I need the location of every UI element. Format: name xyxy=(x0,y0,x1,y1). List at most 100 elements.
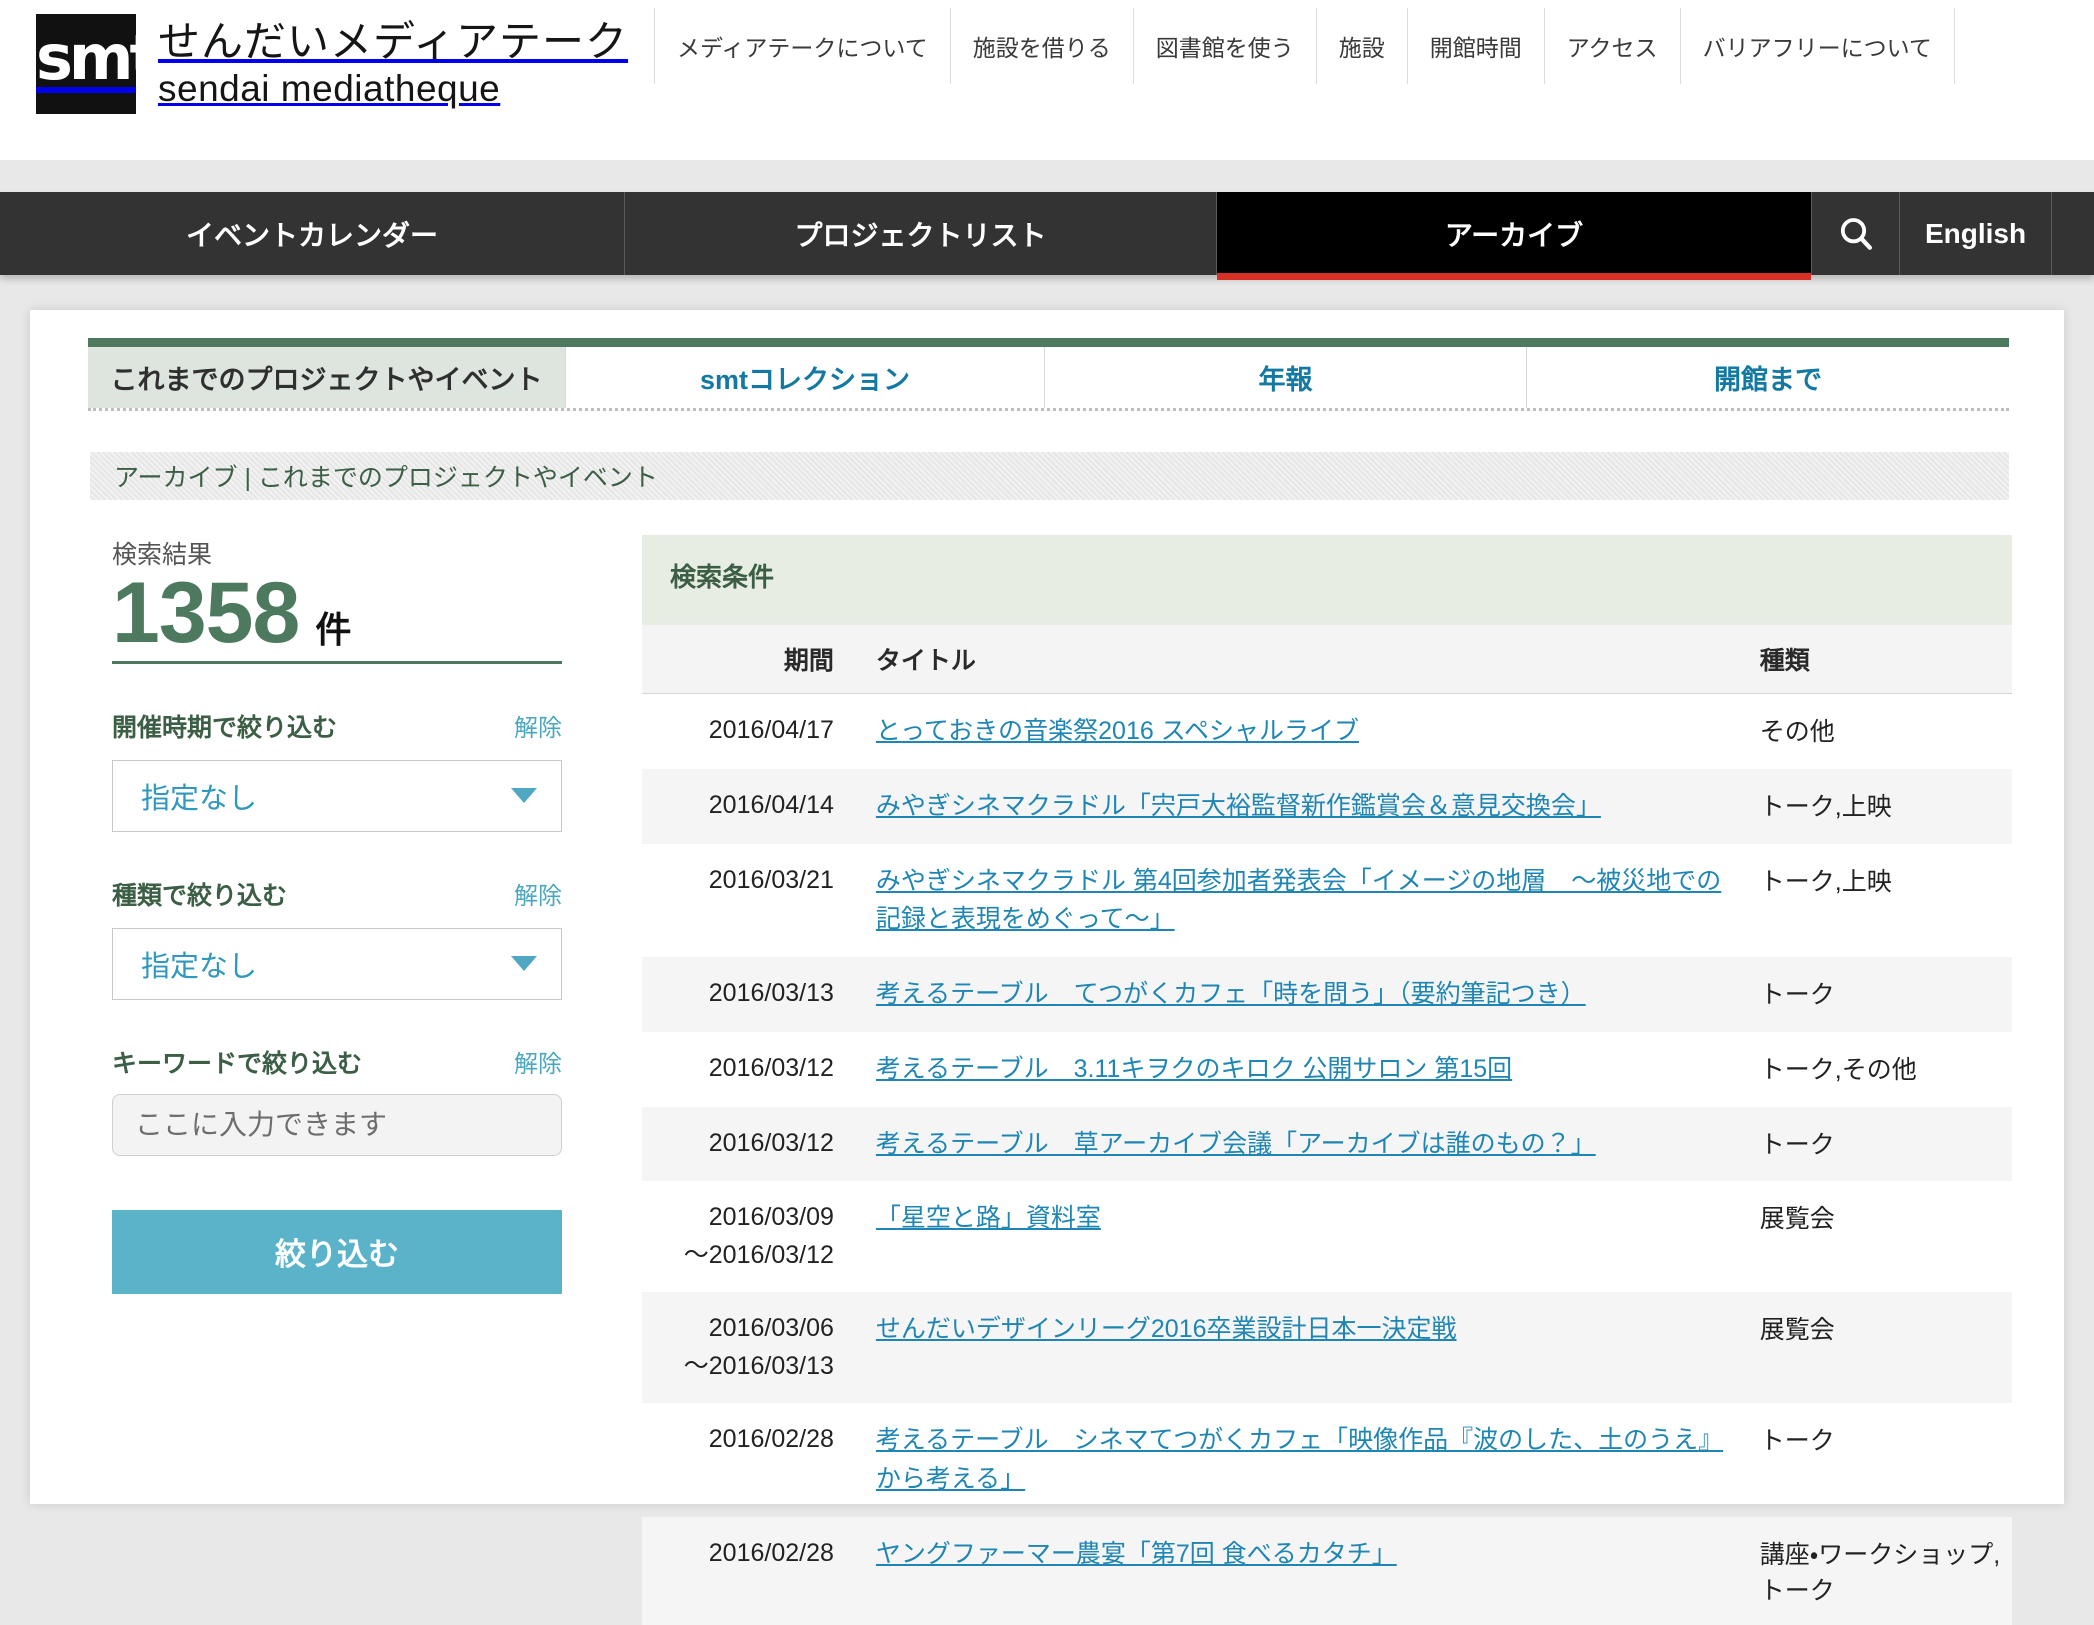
filter-kind-selected-value: 指定なし xyxy=(141,943,257,985)
filter-group-kind: 種類で絞り込む 解除 指定なし xyxy=(112,876,562,1000)
site-logo-link[interactable]: smt せんだいメディアテーク sendai mediatheque xyxy=(36,14,628,114)
filter-period-clear-link[interactable]: 解除 xyxy=(514,708,562,743)
column-header-title: タイトル xyxy=(852,625,1736,694)
table-row: 2016/02/28 考えるテーブル シネマてつがくカフェ「映像作品『波のした、土… xyxy=(642,1403,2012,1517)
results-table-body: 2016/04/17とっておきの音楽祭2016 スペシャルライブその他2016/… xyxy=(642,694,2012,1625)
main-nav-tab-event-calendar[interactable]: イベントカレンダー xyxy=(0,192,625,275)
row-title-cell: 考えるテーブル シネマてつがくカフェ「映像作品『波のした、土のうえ』から考える」 xyxy=(852,1403,1736,1517)
row-title-link[interactable]: 考えるテーブル 草アーカイブ会議「アーカイブは誰のもの？」 xyxy=(876,1130,1596,1158)
result-count-row: 1358 件 xyxy=(112,573,562,664)
filter-kind-clear-link[interactable]: 解除 xyxy=(514,876,562,911)
row-title-link[interactable]: 考えるテーブル 3.11キヲクのキロク 公開サロン 第15回 xyxy=(876,1055,1512,1083)
results-panel: 検索条件 期間 タイトル 種類 2016/04/17 とっておきの音楽祭2016 … xyxy=(642,535,2012,1625)
chevron-down-icon xyxy=(511,788,537,803)
filter-keyword-clear-link[interactable]: 解除 xyxy=(514,1044,562,1079)
brand-name-jp: せんだいメディアテーク xyxy=(158,17,628,67)
row-kind: 展覧会 xyxy=(1736,1181,2012,1292)
filter-group-period-head: 開催時期で絞り込む 解除 xyxy=(112,708,562,744)
keyword-search-input[interactable] xyxy=(112,1094,562,1156)
row-period: 2016/04/17 xyxy=(642,694,852,769)
search-conditions-box: 検索条件 xyxy=(642,535,2012,625)
results-table-head: 期間 タイトル 種類 xyxy=(642,625,2012,694)
row-title-cell: ヤングファーマー農宴「第7回 食べるカタチ」 xyxy=(852,1517,1736,1625)
main-nav-tab-project-list[interactable]: プロジェクトリスト xyxy=(625,192,1217,275)
utility-nav-item-hours[interactable]: 開館時間 xyxy=(1408,8,1545,84)
smt-logo-text: smt xyxy=(36,21,136,94)
row-title-link[interactable]: 考えるテーブル てつがくカフェ「時を問う」（要約筆記つき） xyxy=(876,980,1586,1008)
row-kind: トーク,上映 xyxy=(1736,769,2012,844)
search-icon xyxy=(1836,214,1876,254)
row-period: 2016/03/12 xyxy=(642,1107,852,1182)
search-button[interactable] xyxy=(1812,192,1900,275)
breadcrumb: アーカイブ | これまでのプロジェクトやイベント xyxy=(90,452,2009,500)
row-kind: 講座・ワークショップ,トーク xyxy=(1736,1517,2012,1625)
row-period: 2016/03/13 xyxy=(642,957,852,1032)
row-title-link[interactable]: 「星空と路」資料室 xyxy=(876,1204,1101,1232)
table-row: 2016/03/21 みやぎシネマクラドル 第4回参加者発表会「イメージの地層 〜… xyxy=(642,844,2012,958)
row-title-link[interactable]: みやぎシネマクラドル 第4回参加者発表会「イメージの地層 〜被災地での記録と表現… xyxy=(876,867,1721,934)
row-period: 2016/03/12 xyxy=(642,1032,852,1107)
result-count-unit: 件 xyxy=(315,601,351,653)
row-kind: その他 xyxy=(1736,694,2012,769)
filter-sidebar: 検索結果 1358 件 開催時期で絞り込む 解除 指定なし 種類で絞り込む 解除… xyxy=(112,535,562,1294)
sub-tabs-top-accent-bar xyxy=(88,338,2009,347)
page-container: これまでのプロジェクトやイベント smtコレクション 年報 開館まで アーカイブ… xyxy=(30,310,2064,1504)
sub-tab-smt-collection[interactable]: smtコレクション xyxy=(566,347,1045,408)
row-period: 2016/03/21 xyxy=(642,844,852,958)
utility-nav-item-facilities[interactable]: 施設 xyxy=(1317,8,1408,84)
row-period: 2016/04/14 xyxy=(642,769,852,844)
filter-period-select[interactable]: 指定なし xyxy=(112,760,562,832)
row-title-link[interactable]: せんだいデザインリーグ2016卒業設計日本一決定戦 xyxy=(876,1315,1457,1343)
utility-nav-item-barrierfree[interactable]: バリアフリーについて xyxy=(1681,8,1955,84)
english-language-button[interactable]: English xyxy=(1900,192,2052,275)
table-row: 2016/03/06〜2016/03/13 せんだいデザインリーグ2016卒業設計… xyxy=(642,1292,2012,1403)
row-title-cell: みやぎシネマクラドル「宍戸大裕監督新作鑑賞会＆意見交換会」 xyxy=(852,769,1736,844)
main-nav-tab-archive[interactable]: アーカイブ xyxy=(1217,192,1812,275)
result-count-number: 1358 xyxy=(112,573,299,655)
row-kind: トーク,その他 xyxy=(1736,1032,2012,1107)
row-title-link[interactable]: ヤングファーマー農宴「第7回 食べるカタチ」 xyxy=(876,1540,1397,1568)
row-title-cell: 考えるテーブル てつがくカフェ「時を問う」（要約筆記つき） xyxy=(852,957,1736,1032)
utility-nav-item-library[interactable]: 図書館を使う xyxy=(1134,8,1317,84)
table-row: 2016/03/13 考えるテーブル てつがくカフェ「時を問う」（要約筆記つき） ト… xyxy=(642,957,2012,1032)
brand-text: せんだいメディアテーク sendai mediatheque xyxy=(158,17,628,110)
row-title-cell: 考えるテーブル 3.11キヲクのキロク 公開サロン 第15回 xyxy=(852,1032,1736,1107)
chevron-down-icon xyxy=(511,956,537,971)
row-period: 2016/03/06〜2016/03/13 xyxy=(642,1292,852,1403)
site-header: smt せんだいメディアテーク sendai mediatheque メディアテ… xyxy=(0,0,2094,160)
filter-group-keyword: キーワードで絞り込む 解除 xyxy=(112,1044,562,1156)
utility-nav-item-access[interactable]: アクセス xyxy=(1545,8,1681,84)
filter-keyword-title: キーワードで絞り込む xyxy=(112,1044,362,1080)
table-row: 2016/02/28 ヤングファーマー農宴「第7回 食べるカタチ」 講座・ワークショ… xyxy=(642,1517,2012,1625)
filter-group-keyword-head: キーワードで絞り込む 解除 xyxy=(112,1044,562,1080)
results-table-header-row: 期間 タイトル 種類 xyxy=(642,625,2012,694)
utility-nav-item-rent[interactable]: 施設を借りる xyxy=(951,8,1134,84)
utility-nav-item-about[interactable]: メディアテークについて xyxy=(655,8,951,84)
row-kind: トーク xyxy=(1736,957,2012,1032)
row-period: 2016/02/28 xyxy=(642,1403,852,1517)
row-title-cell: とっておきの音楽祭2016 スペシャルライブ xyxy=(852,694,1736,769)
filter-period-selected-value: 指定なし xyxy=(141,775,257,817)
sub-tabs-wrapper: これまでのプロジェクトやイベント smtコレクション 年報 開館まで xyxy=(88,338,2009,411)
row-title-cell: せんだいデザインリーグ2016卒業設計日本一決定戦 xyxy=(852,1292,1736,1403)
column-header-period: 期間 xyxy=(642,625,852,694)
row-title-link[interactable]: みやぎシネマクラドル「宍戸大裕監督新作鑑賞会＆意見交換会」 xyxy=(876,792,1601,820)
sub-tab-annual-report[interactable]: 年報 xyxy=(1045,347,1527,408)
row-title-cell: みやぎシネマクラドル 第4回参加者発表会「イメージの地層 〜被災地での記録と表現… xyxy=(852,844,1736,958)
table-row: 2016/04/14 みやぎシネマクラドル「宍戸大裕監督新作鑑賞会＆意見交換会」 ト… xyxy=(642,769,2012,844)
filter-group-kind-head: 種類で絞り込む 解除 xyxy=(112,876,562,912)
filter-kind-title: 種類で絞り込む xyxy=(112,876,287,912)
row-period: 2016/02/28 xyxy=(642,1517,852,1625)
filter-group-period: 開催時期で絞り込む 解除 指定なし xyxy=(112,708,562,832)
sub-tab-until-opening[interactable]: 開館まで xyxy=(1527,347,2009,408)
filter-kind-select[interactable]: 指定なし xyxy=(112,928,562,1000)
row-title-link[interactable]: 考えるテーブル シネマてつがくカフェ「映像作品『波のした、土のうえ』から考える」 xyxy=(876,1426,1723,1493)
sub-tab-past-projects[interactable]: これまでのプロジェクトやイベント xyxy=(88,347,566,408)
results-table: 期間 タイトル 種類 2016/04/17 とっておきの音楽祭2016 スペシャル… xyxy=(642,625,2012,1625)
table-row: 2016/03/12 考えるテーブル 3.11キヲクのキロク 公開サロン 第15回… xyxy=(642,1032,2012,1107)
apply-filter-button[interactable]: 絞り込む xyxy=(112,1210,562,1294)
column-header-kind: 種類 xyxy=(1736,625,2012,694)
sub-tabs: これまでのプロジェクトやイベント smtコレクション 年報 開館まで xyxy=(88,347,2009,411)
table-row: 2016/03/09〜2016/03/12「星空と路」資料室展覧会 xyxy=(642,1181,2012,1292)
row-title-link[interactable]: とっておきの音楽祭2016 スペシャルライブ xyxy=(876,717,1359,745)
